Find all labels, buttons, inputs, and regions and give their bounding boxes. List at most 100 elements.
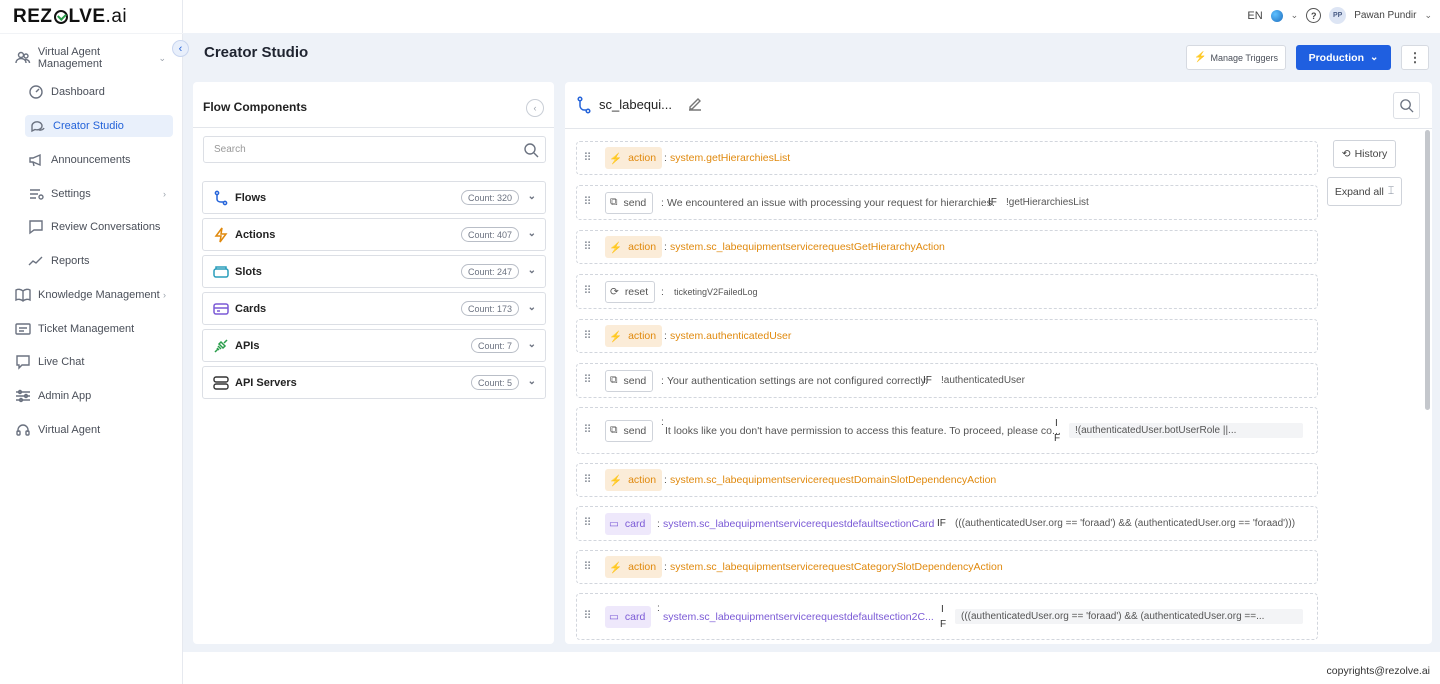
avatar[interactable]: PP bbox=[1329, 7, 1347, 24]
lightning-icon: ⚡ bbox=[609, 330, 623, 343]
history-button[interactable]: ⟲ History bbox=[1333, 140, 1396, 168]
flow-row[interactable]: ⠿ ⧉ send : It looks like you don't have p… bbox=[576, 407, 1318, 454]
flow-row[interactable]: ⠿ ⚡ action : system.sc_labequipmentservic… bbox=[576, 230, 1318, 264]
flow-search-button[interactable] bbox=[1393, 92, 1420, 119]
sidebar-item-dashboard[interactable]: Dashboard bbox=[27, 81, 105, 103]
components-search-input[interactable]: Search bbox=[203, 136, 546, 163]
chevron-down-icon[interactable]: ⌄ bbox=[528, 265, 536, 276]
flow-row[interactable]: ⠿ ⚡ action : system.authenticatedUser bbox=[576, 319, 1318, 353]
flow-components-panel: Flow Components ‹ Search Flows Count: 32… bbox=[193, 82, 554, 644]
component-slots[interactable]: Slots Count: 247 ⌄ bbox=[202, 255, 546, 288]
topbar: EN ⌄ ? PP Pawan Pundir ⌄ bbox=[183, 0, 1440, 33]
chevron-right-icon: › bbox=[163, 290, 166, 300]
chevron-down-icon[interactable]: ⌄ bbox=[528, 339, 536, 350]
vertical-scrollbar[interactable] bbox=[1425, 130, 1430, 410]
help-icon[interactable]: ? bbox=[1306, 8, 1322, 23]
count-badge: Count: 320 bbox=[460, 190, 519, 205]
expand-all-button[interactable]: Expand all ⌶ bbox=[1327, 177, 1402, 206]
sidebar-item-settings[interactable]: Settings › bbox=[27, 183, 166, 205]
book-icon bbox=[14, 286, 32, 304]
lightning-icon: ⚡ bbox=[609, 152, 623, 165]
sidebar-collapse-button[interactable]: ‹ bbox=[172, 40, 189, 57]
drag-handle-icon[interactable]: ⠿ bbox=[583, 330, 591, 341]
chevron-right-icon: › bbox=[163, 189, 166, 199]
sidebar-item-review-conversations[interactable]: Review Conversations bbox=[27, 216, 160, 238]
sidebar-item-knowledge-management[interactable]: Knowledge Management › bbox=[14, 284, 166, 306]
language-label[interactable]: EN bbox=[1247, 10, 1262, 22]
count-badge: Count: 5 bbox=[470, 375, 519, 390]
headset-icon bbox=[14, 421, 32, 439]
live-chat-icon bbox=[14, 353, 32, 371]
drag-handle-icon[interactable]: ⠿ bbox=[583, 518, 591, 529]
drag-handle-icon[interactable]: ⠿ bbox=[583, 611, 591, 622]
environment-dropdown[interactable]: Production ⌄ bbox=[1296, 45, 1391, 70]
send-icon: ⧉ bbox=[610, 196, 618, 208]
flow-row[interactable]: ⠿ ▭ card : system.sc_labequipmentservicer… bbox=[576, 506, 1318, 541]
drag-handle-icon[interactable]: ⠿ bbox=[583, 241, 591, 252]
settings-icon bbox=[27, 185, 45, 203]
drag-handle-icon[interactable]: ⠿ bbox=[583, 425, 591, 436]
component-api-servers[interactable]: API Servers Count: 5 ⌄ bbox=[202, 366, 546, 399]
sidebar-item-announcements[interactable]: Announcements bbox=[27, 149, 131, 171]
chevron-down-icon[interactable]: ⌄ bbox=[1424, 10, 1432, 21]
lightning-icon: ⚡ bbox=[609, 561, 623, 574]
flow-row[interactable]: ⠿ ⚡ action : system.getHierarchiesList bbox=[576, 141, 1318, 175]
user-name[interactable]: Pawan Pundir bbox=[1354, 10, 1416, 21]
component-flows[interactable]: Flows Count: 320 ⌄ bbox=[202, 181, 546, 214]
drag-handle-icon[interactable]: ⠿ bbox=[583, 152, 591, 163]
ticket-icon bbox=[14, 320, 32, 338]
chevron-down-icon[interactable]: ⌄ bbox=[528, 302, 536, 313]
drag-handle-icon[interactable]: ⠿ bbox=[583, 286, 591, 297]
flow-row[interactable]: ⠿ ⚡ action : system.sc_labequipmentservic… bbox=[576, 463, 1318, 497]
edit-icon[interactable] bbox=[687, 96, 703, 115]
drag-handle-icon[interactable]: ⠿ bbox=[583, 474, 591, 485]
flow-row[interactable]: ⠿ ⟳ reset : ticketingV2FailedLog bbox=[576, 274, 1318, 309]
sidebar-item-admin-app[interactable]: Admin App bbox=[14, 385, 91, 407]
panel-collapse-button[interactable]: ‹ bbox=[526, 99, 544, 117]
drag-handle-icon[interactable]: ⠿ bbox=[583, 197, 591, 208]
flow-row[interactable]: ⠿ ⧉ send : We encountered an issue with p… bbox=[576, 185, 1318, 220]
copyright-text: copyrights@rezolve.ai bbox=[1326, 665, 1430, 677]
lightning-icon: ⚡ bbox=[609, 474, 623, 487]
refresh-icon: ⟳ bbox=[610, 285, 619, 298]
users-icon bbox=[14, 49, 32, 67]
drag-handle-icon[interactable]: ⠿ bbox=[583, 375, 591, 386]
component-cards[interactable]: Cards Count: 173 ⌄ bbox=[202, 292, 546, 325]
manage-triggers-button[interactable]: ⚡ Manage Triggers bbox=[1186, 45, 1286, 70]
sidebar-item-reports[interactable]: Reports bbox=[27, 250, 90, 272]
message-square-icon bbox=[27, 218, 45, 236]
component-actions[interactable]: Actions Count: 407 ⌄ bbox=[202, 218, 546, 251]
count-badge: Count: 407 bbox=[460, 227, 519, 242]
flow-row[interactable]: ⠿ ⧉ send : Your authentication settings a… bbox=[576, 363, 1318, 398]
sidebar-item-virtual-agent[interactable]: Virtual Agent bbox=[14, 419, 100, 441]
logo-check-icon bbox=[53, 10, 68, 24]
action-tag: ⚡ action bbox=[605, 147, 663, 169]
sidebar-item-virtual-agent-management[interactable]: Virtual Agent Management ⌄ bbox=[14, 46, 166, 70]
more-options-button[interactable]: ⋮ bbox=[1401, 45, 1429, 70]
server-icon bbox=[212, 374, 229, 391]
reset-tag: ⟳ reset bbox=[605, 280, 656, 303]
component-apis[interactable]: APIs Count: 7 ⌄ bbox=[202, 329, 546, 362]
send-icon: ⧉ bbox=[610, 374, 618, 386]
globe-icon[interactable] bbox=[1270, 9, 1283, 22]
card-icon: ▭ bbox=[609, 610, 619, 623]
flow-row[interactable]: ⠿ ▭ card : system.sc_labequipmentservicer… bbox=[576, 593, 1318, 640]
sidebar-item-live-chat[interactable]: Live Chat bbox=[14, 351, 84, 373]
sidebar-divider bbox=[0, 33, 183, 34]
chevron-down-icon[interactable]: ⌄ bbox=[528, 376, 536, 387]
rezolve-logo[interactable]: REZ LVE .ai bbox=[13, 6, 127, 28]
sidebar-item-ticket-management[interactable]: Ticket Management bbox=[14, 318, 134, 340]
send-tag: ⧉ send bbox=[605, 419, 654, 442]
chevron-down-icon[interactable]: ⌄ bbox=[528, 191, 536, 202]
chevron-down-icon[interactable]: ⌄ bbox=[1291, 10, 1299, 21]
chevron-down-icon[interactable]: ⌄ bbox=[528, 228, 536, 239]
count-badge: Count: 247 bbox=[460, 264, 519, 279]
card-tag: ▭ card bbox=[605, 512, 652, 535]
sidebar-item-creator-studio[interactable]: Creator Studio bbox=[25, 115, 173, 137]
page-title: Creator Studio bbox=[204, 44, 309, 61]
search-icon[interactable] bbox=[523, 142, 539, 161]
send-tag: ⧉ send bbox=[605, 369, 654, 392]
sliders-icon bbox=[14, 387, 32, 405]
flow-row[interactable]: ⠿ ⚡ action : system.sc_labequipmentservic… bbox=[576, 550, 1318, 584]
drag-handle-icon[interactable]: ⠿ bbox=[583, 561, 591, 572]
